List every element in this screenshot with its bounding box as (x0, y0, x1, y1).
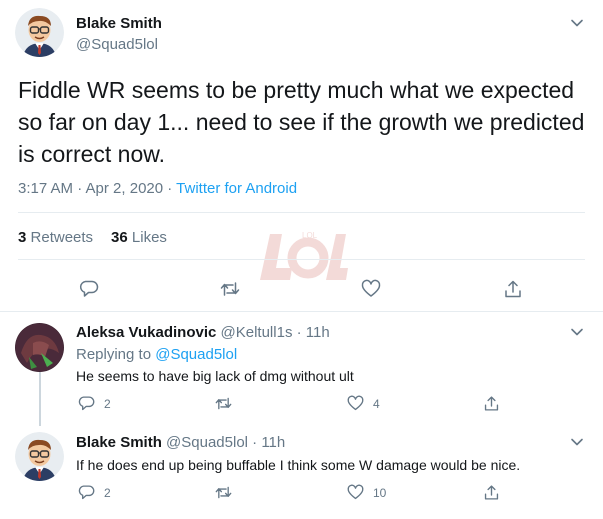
reply-author-handle: @Keltull1s · 11h (220, 324, 330, 341)
tweet-source-link[interactable]: Twitter for Android (176, 180, 297, 197)
reply-author-name: Blake Smith (76, 434, 162, 451)
like-count: 4 (373, 396, 380, 411)
thread-line (39, 372, 41, 426)
author-handle[interactable]: @Squad5lol (76, 36, 158, 53)
reply-icon[interactable] (79, 279, 99, 299)
retweets-count: 3 (18, 229, 27, 246)
reply-tweet[interactable]: Blake Smith @Squad5lol · 11h If he does … (0, 422, 603, 519)
reply-author-name: Aleksa Vukadinovic (76, 324, 217, 341)
tweet-timestamp: 3:17 AM · Apr 2, 2020 · Twitter for Andr… (18, 180, 297, 197)
reply-text: If he does end up being buffable I think… (76, 457, 521, 473)
reply-author-handle: @Squad5lol · 11h (166, 434, 286, 451)
share-icon (484, 396, 499, 411)
watermark-text: LOL (302, 231, 318, 240)
reply-icon (78, 485, 95, 500)
replying-to-link[interactable]: @Squad5lol (155, 346, 237, 363)
likes-stat[interactable]: 36 Likes (111, 229, 167, 246)
retweet-icon (215, 486, 232, 499)
retweet-icon[interactable] (220, 279, 240, 299)
author-avatar[interactable] (15, 8, 64, 57)
retweets-stat[interactable]: 3 Retweets (18, 229, 93, 246)
heart-icon (347, 484, 364, 500)
reply-author[interactable]: Aleksa Vukadinovic @Keltull1s · 11h (76, 324, 330, 341)
like-action[interactable]: 10 (347, 484, 386, 501)
share-icon (484, 485, 499, 500)
share-action[interactable] (483, 484, 509, 501)
like-count: 10 (373, 485, 387, 500)
likes-count: 36 (111, 229, 128, 246)
divider (18, 212, 585, 213)
heart-icon[interactable] (361, 279, 381, 299)
reply-author-avatar[interactable] (15, 323, 64, 372)
chevron-down-icon[interactable] (570, 325, 584, 339)
reply-tweet[interactable]: Aleksa Vukadinovic @Keltull1s · 11h Repl… (0, 313, 603, 422)
retweet-action[interactable] (215, 395, 241, 412)
reply-icon (78, 396, 95, 411)
author-name[interactable]: Blake Smith (76, 15, 162, 32)
likes-label: Likes (131, 229, 167, 246)
reply-count: 2 (104, 396, 111, 411)
watermark-logo: LOL (256, 228, 348, 288)
chevron-down-icon[interactable] (570, 16, 584, 30)
chevron-down-icon[interactable] (570, 435, 584, 449)
tweet-time[interactable]: 3:17 AM · Apr 2, 2020 · (18, 180, 176, 197)
retweet-icon (215, 397, 232, 410)
reply-text: He seems to have big lack of dmg without… (76, 368, 354, 384)
divider (18, 259, 585, 260)
tweet-text: Fiddle WR seems to be pretty much what w… (18, 77, 585, 167)
reply-action[interactable]: 2 (78, 484, 111, 501)
share-icon[interactable] (503, 279, 523, 299)
reply-author[interactable]: Blake Smith @Squad5lol · 11h (76, 434, 285, 451)
replying-to: Replying to @Squad5lol (76, 346, 237, 363)
tweet-stats: 3 Retweets 36 Likes (18, 229, 167, 246)
share-action[interactable] (483, 395, 509, 412)
reply-author-avatar[interactable] (15, 432, 64, 481)
reply-count: 2 (104, 485, 111, 500)
retweets-label: Retweets (30, 229, 94, 246)
replying-to-prefix: Replying to (76, 346, 156, 363)
heart-icon (347, 395, 364, 411)
main-tweet: Blake Smith @Squad5lol Fiddle WR seems t… (0, 0, 603, 312)
like-action[interactable]: 4 (347, 395, 380, 412)
retweet-action[interactable] (215, 484, 241, 501)
reply-action[interactable]: 2 (78, 395, 111, 412)
